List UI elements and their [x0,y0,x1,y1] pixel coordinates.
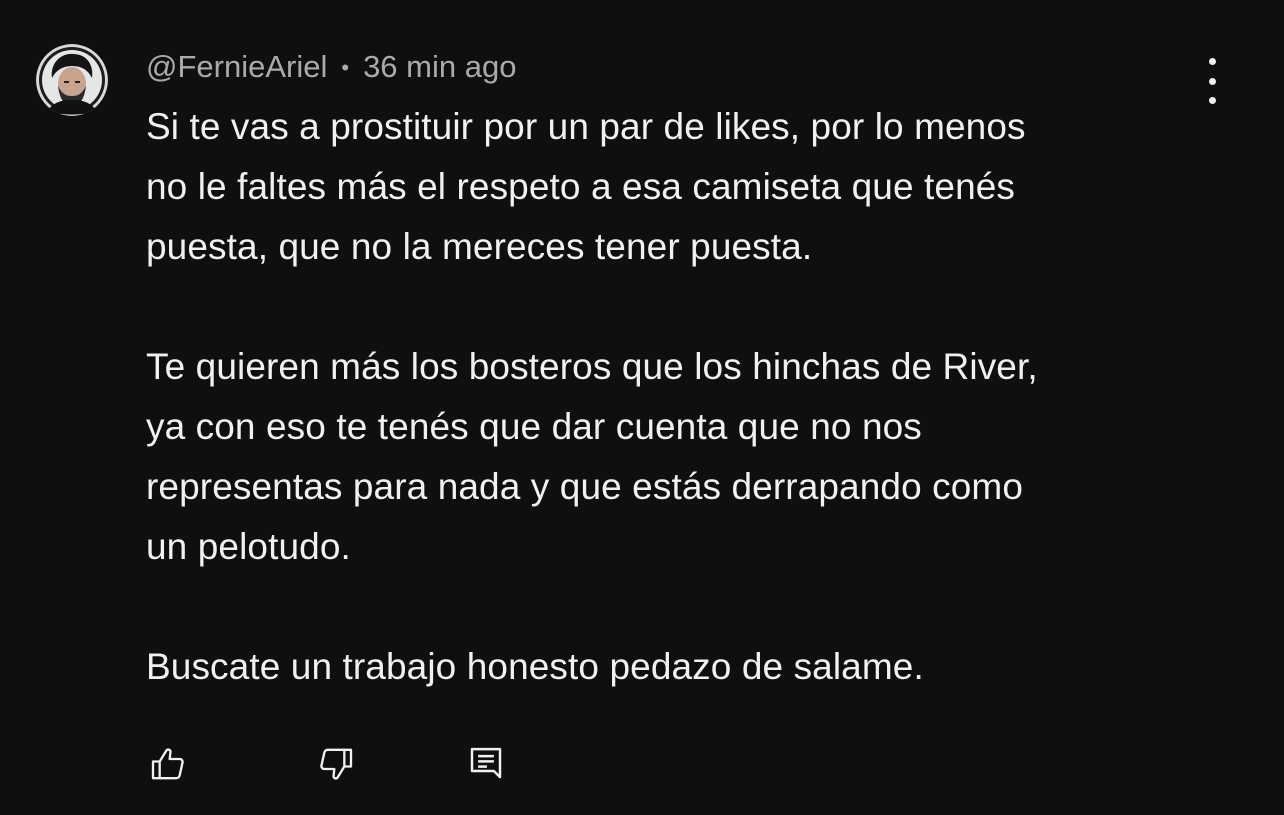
thumbs-up-icon [151,748,184,780]
reply-button[interactable] [462,740,510,788]
comment-paragraph: Si te vas a prostituir por un par de lik… [146,106,1026,267]
comment-card: @FernieAriel • 36 min ago Si te vas a pr… [0,0,1284,815]
comment-header: @FernieAriel • 36 min ago [146,47,516,87]
reply-comment-icon [470,747,502,779]
like-button[interactable] [144,740,192,788]
comment-body: Si te vas a prostituir por un par de lik… [146,97,1206,697]
avatar[interactable] [36,44,108,116]
comment-timestamp[interactable]: 36 min ago [363,49,516,85]
author-handle[interactable]: @FernieAriel [146,49,327,85]
more-vertical-icon-dot [1208,97,1216,104]
more-vertical-icon-dot [1208,77,1216,85]
header-separator: • [341,55,350,80]
thumbs-down-icon [320,748,353,780]
more-vertical-icon [1208,58,1216,65]
comment-paragraph: Te quieren más los bosteros que los hinc… [146,346,1038,567]
dislike-button[interactable] [312,740,360,788]
comment-paragraph: Buscate un trabajo honesto pedazo de sal… [146,646,924,687]
